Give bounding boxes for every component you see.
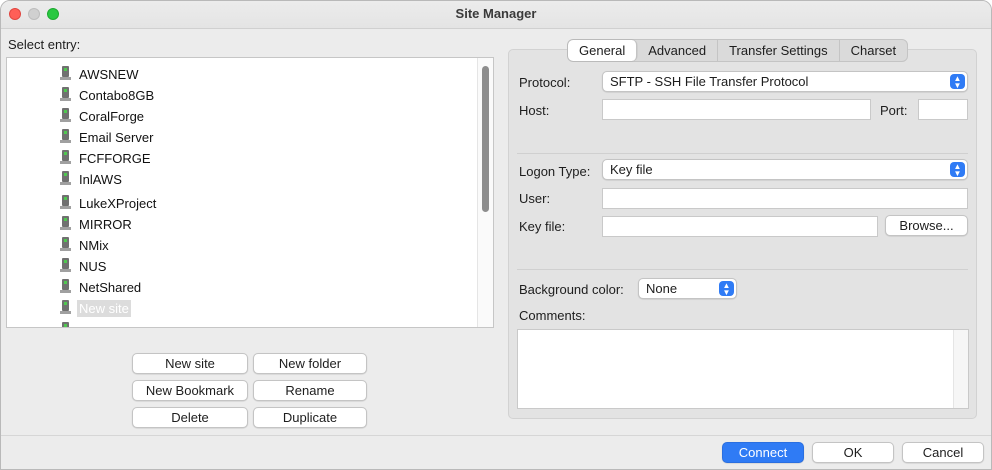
server-icon bbox=[59, 128, 73, 146]
ok-button[interactable]: OK bbox=[812, 442, 894, 463]
site-item-label: NetShared bbox=[79, 279, 142, 295]
site-item-label: InlAWS bbox=[79, 171, 122, 187]
site-item-label: New site bbox=[77, 299, 131, 317]
user-input[interactable] bbox=[602, 188, 968, 209]
logon-type-label: Logon Type: bbox=[519, 164, 591, 179]
site-tree[interactable]: AWSNEW Contabo8GB CoralForge Email Serve… bbox=[6, 57, 494, 328]
site-item-contabo8gb[interactable]: Contabo8GB bbox=[59, 85, 156, 105]
protocol-select[interactable]: SFTP - SSH File Transfer Protocol ▲ ▼ bbox=[602, 71, 968, 92]
server-icon bbox=[59, 170, 73, 188]
site-item-email-server[interactable]: Email Server bbox=[59, 127, 155, 147]
delete-button[interactable]: Delete bbox=[132, 407, 248, 428]
port-label: Port: bbox=[880, 103, 908, 118]
background-color-select[interactable]: None ▲ ▼ bbox=[638, 278, 737, 299]
host-input[interactable] bbox=[602, 99, 871, 120]
site-item-inlaws[interactable]: InlAWS bbox=[59, 169, 124, 189]
settings-tabs: General Advanced Transfer Settings Chars… bbox=[567, 39, 909, 62]
tree-scroll-thumb[interactable] bbox=[482, 66, 489, 212]
server-icon bbox=[59, 236, 73, 254]
site-item-label: Contabo8GB bbox=[79, 87, 155, 103]
separator bbox=[517, 269, 968, 270]
site-item-partial[interactable] bbox=[59, 320, 77, 327]
server-icon bbox=[59, 194, 73, 212]
background-color-label: Background color: bbox=[519, 282, 624, 297]
server-icon bbox=[59, 278, 73, 296]
site-item-new-site[interactable]: New site bbox=[59, 298, 131, 318]
site-item-label: MIRROR bbox=[79, 216, 132, 232]
key-file-input[interactable] bbox=[602, 216, 878, 237]
site-item-label: AWSNEW bbox=[79, 66, 139, 82]
chevron-updown-icon: ▲ ▼ bbox=[950, 74, 965, 90]
site-item-mirror[interactable]: MIRROR bbox=[59, 214, 134, 234]
protocol-label: Protocol: bbox=[519, 75, 571, 90]
server-icon bbox=[59, 86, 73, 104]
comments-textarea[interactable] bbox=[517, 329, 969, 409]
server-icon bbox=[59, 107, 73, 125]
site-item-label: NMix bbox=[79, 237, 109, 253]
comments-label: Comments: bbox=[519, 308, 586, 323]
server-icon bbox=[59, 149, 73, 167]
port-input[interactable] bbox=[918, 99, 968, 120]
connect-button[interactable]: Connect bbox=[722, 442, 804, 463]
chevron-updown-icon: ▲ ▼ bbox=[719, 281, 734, 297]
server-icon bbox=[59, 299, 73, 317]
tab-charset[interactable]: Charset bbox=[840, 40, 908, 61]
site-item-coralforge[interactable]: CoralForge bbox=[59, 106, 146, 126]
server-icon bbox=[59, 321, 73, 327]
comments-scrollbar[interactable] bbox=[953, 330, 968, 408]
duplicate-button[interactable]: Duplicate bbox=[253, 407, 367, 428]
title-bar: Site Manager bbox=[1, 1, 991, 29]
new-folder-button[interactable]: New folder bbox=[253, 353, 367, 374]
separator bbox=[517, 153, 968, 154]
site-item-label: LukeXProject bbox=[79, 195, 157, 211]
site-item-label: Email Server bbox=[79, 129, 154, 145]
new-site-button[interactable]: New site bbox=[132, 353, 248, 374]
host-label: Host: bbox=[519, 103, 550, 118]
site-item-netshared[interactable]: NetShared bbox=[59, 277, 143, 297]
site-item-label: FCFFORGE bbox=[79, 150, 151, 166]
site-item-nmix[interactable]: NMix bbox=[59, 235, 111, 255]
server-icon bbox=[59, 65, 73, 83]
select-entry-label: Select entry: bbox=[8, 37, 81, 52]
logon-type-select[interactable]: Key file ▲ ▼ bbox=[602, 159, 968, 180]
background-color-value: None bbox=[646, 281, 678, 296]
server-icon bbox=[59, 215, 73, 233]
chevron-updown-icon: ▲ ▼ bbox=[950, 162, 965, 178]
user-label: User: bbox=[519, 191, 551, 206]
cancel-button[interactable]: Cancel bbox=[902, 442, 984, 463]
tab-transfer-settings[interactable]: Transfer Settings bbox=[718, 40, 840, 61]
site-manager-window: Site Manager Select entry: AWSNEW Contab… bbox=[0, 0, 992, 470]
browse-button[interactable]: Browse... bbox=[885, 215, 968, 236]
protocol-value: SFTP - SSH File Transfer Protocol bbox=[610, 74, 809, 89]
site-item-nus[interactable]: NUS bbox=[59, 256, 108, 276]
site-item-awsnew[interactable]: AWSNEW bbox=[59, 64, 140, 84]
site-item-label: CoralForge bbox=[79, 108, 145, 124]
tree-scrollbar[interactable] bbox=[477, 58, 493, 327]
window-title: Site Manager bbox=[455, 6, 537, 21]
tab-general[interactable]: General bbox=[568, 40, 638, 61]
key-file-label: Key file: bbox=[519, 219, 566, 234]
new-bookmark-button[interactable]: New Bookmark bbox=[132, 380, 248, 401]
server-icon bbox=[59, 257, 73, 275]
site-item-lukexproject[interactable]: LukeXProject bbox=[59, 193, 158, 213]
site-item-fcfforge[interactable]: FCFFORGE bbox=[59, 148, 153, 168]
logon-type-value: Key file bbox=[610, 162, 653, 177]
tab-advanced[interactable]: Advanced bbox=[637, 40, 719, 61]
rename-button[interactable]: Rename bbox=[253, 380, 367, 401]
site-item-label: NUS bbox=[79, 258, 107, 274]
